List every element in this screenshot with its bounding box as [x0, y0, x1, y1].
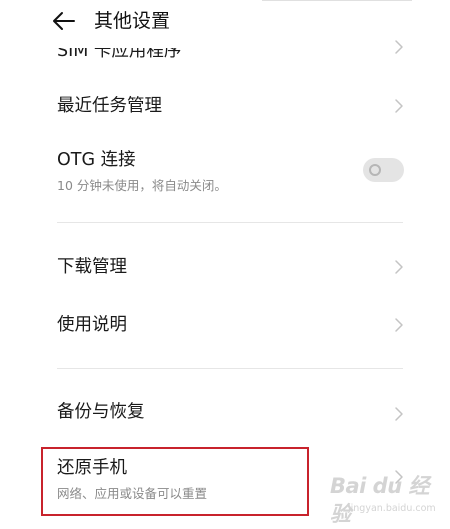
section-divider: [57, 222, 403, 223]
section-divider: [57, 368, 403, 369]
highlight-annotation-box: [41, 447, 309, 516]
chevron-right-icon: [393, 38, 405, 56]
settings-item-manual[interactable]: 使用说明: [0, 303, 450, 351]
settings-item-download[interactable]: 下载管理: [0, 245, 450, 293]
settings-item-sim-apps[interactable]: SIM 卡应用程序: [0, 36, 450, 62]
toggle-knob: [369, 164, 381, 176]
settings-item-label: 下载管理: [57, 257, 127, 277]
chevron-right-icon: [393, 97, 405, 115]
page-title: 其他设置: [94, 10, 171, 32]
settings-item-otg: OTG 连接 10 分钟未使用，将自动关闭。: [0, 140, 450, 210]
settings-item-label: OTG 连接: [57, 150, 136, 170]
settings-item-recent-tasks[interactable]: 最近任务管理: [0, 82, 450, 130]
chevron-right-icon: [393, 405, 405, 423]
watermark-logo: Bai du 经验: [330, 474, 429, 526]
chevron-right-icon: [393, 258, 405, 276]
watermark-site: jingyan.baidu.com: [348, 503, 436, 514]
chevron-right-icon: [393, 316, 405, 334]
arrow-left-icon[interactable]: [52, 11, 76, 31]
settings-item-label: SIM 卡应用程序: [57, 41, 182, 61]
settings-item-backup[interactable]: 备份与恢复: [0, 390, 450, 438]
watermark: Bai du 经验 jingyan.baidu.com: [330, 472, 440, 526]
settings-item-label: 使用说明: [57, 315, 127, 335]
header-divider: [262, 0, 412, 1]
settings-item-label: 备份与恢复: [57, 402, 145, 422]
otg-toggle-switch[interactable]: [363, 158, 404, 182]
settings-item-label: 最近任务管理: [57, 96, 162, 116]
settings-item-subtitle: 10 分钟未使用，将自动关闭。: [57, 178, 227, 193]
